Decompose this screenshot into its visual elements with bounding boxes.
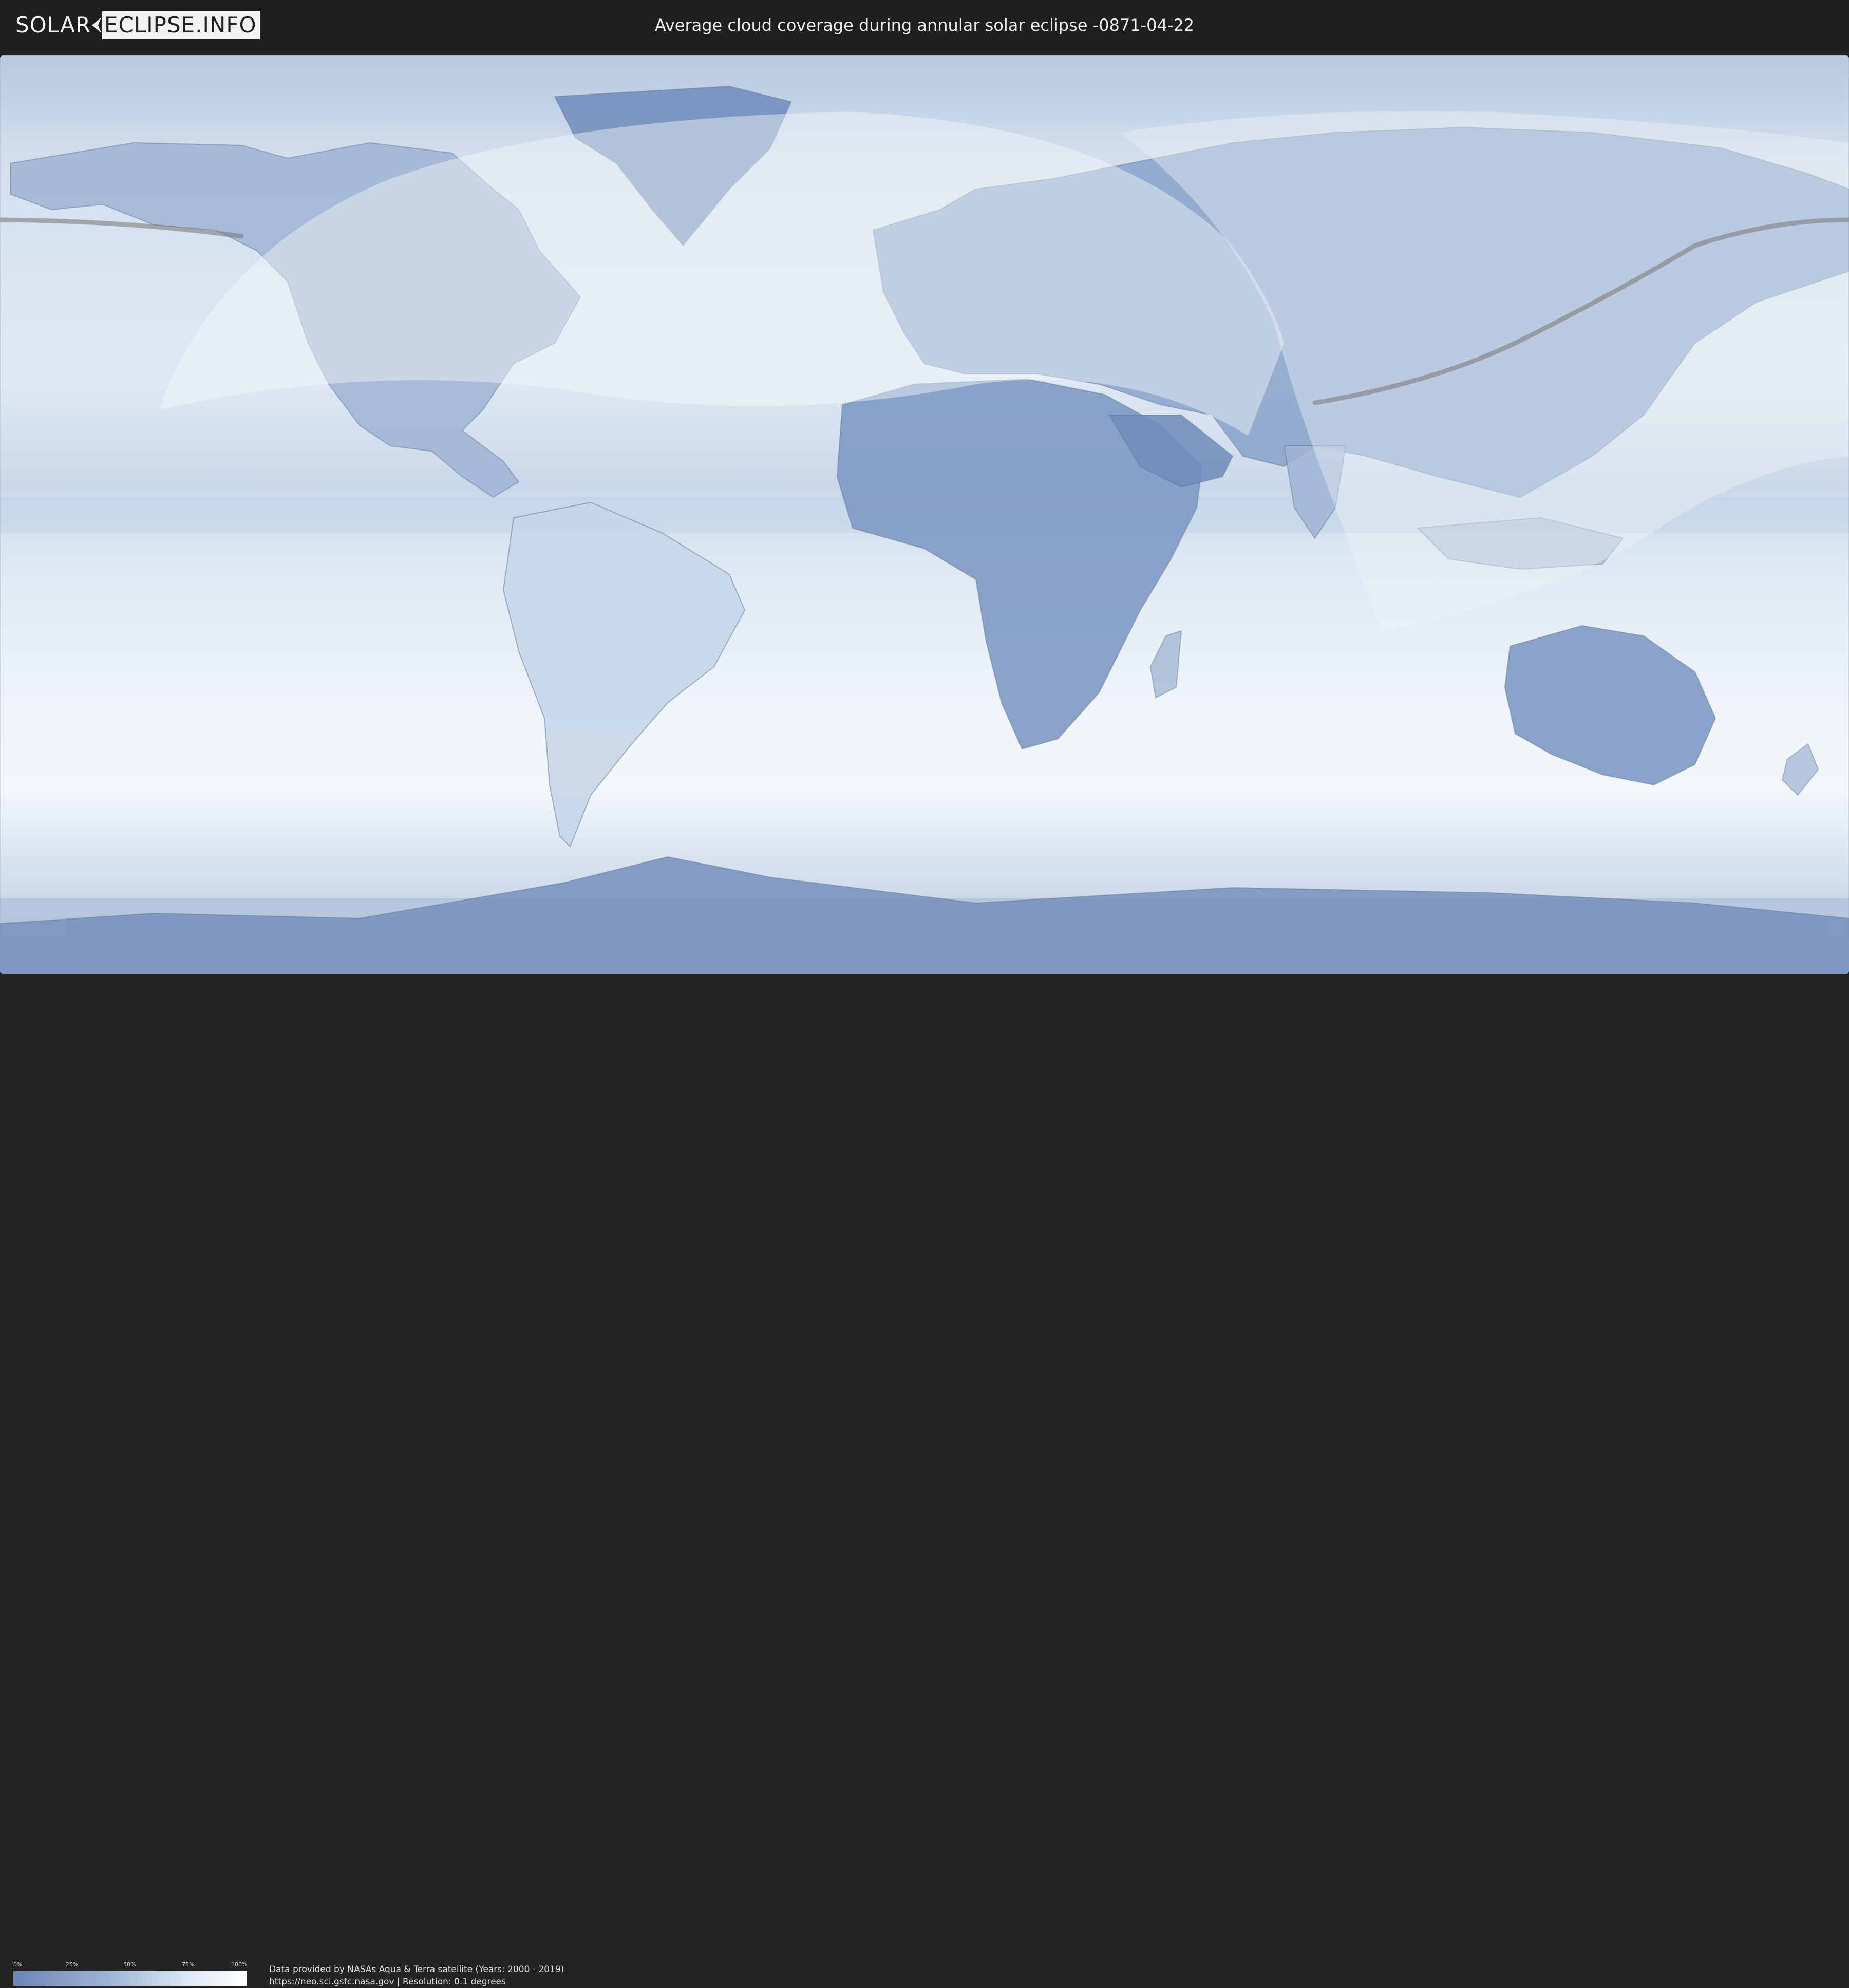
data-credits: Data provided by NASAs Aqua & Terra sate…	[269, 1963, 564, 1988]
credit-line-url: https://neo.sci.gsfc.nasa.gov | Resoluti…	[269, 1977, 506, 1987]
cloud-coverage-map[interactable]	[0, 55, 1849, 974]
legend-tick-25: 25%	[66, 1961, 79, 1968]
legend-tick-75: 75%	[182, 1961, 195, 1968]
footer-bar: 0% 25% 50% 75% 100% Data provided by NAS…	[0, 974, 1849, 1987]
credit-line-source: Data provided by NASAs Aqua & Terra sate…	[269, 1964, 564, 1975]
page-title: Average cloud coverage during annular so…	[654, 15, 1195, 35]
legend-tick-50: 50%	[123, 1961, 136, 1968]
legend-tick-100: 100%	[231, 1961, 248, 1968]
header-bar: SOLAR ECLIPSE.INFO Average cloud coverag…	[0, 0, 1849, 51]
cloud-coverage-legend: 0% 25% 50% 75% 100%	[13, 1961, 247, 1986]
legend-tick-labels: 0% 25% 50% 75% 100%	[13, 1961, 247, 1968]
legend-color-scale	[13, 1971, 247, 1986]
legend-tick-0: 0%	[13, 1961, 23, 1968]
